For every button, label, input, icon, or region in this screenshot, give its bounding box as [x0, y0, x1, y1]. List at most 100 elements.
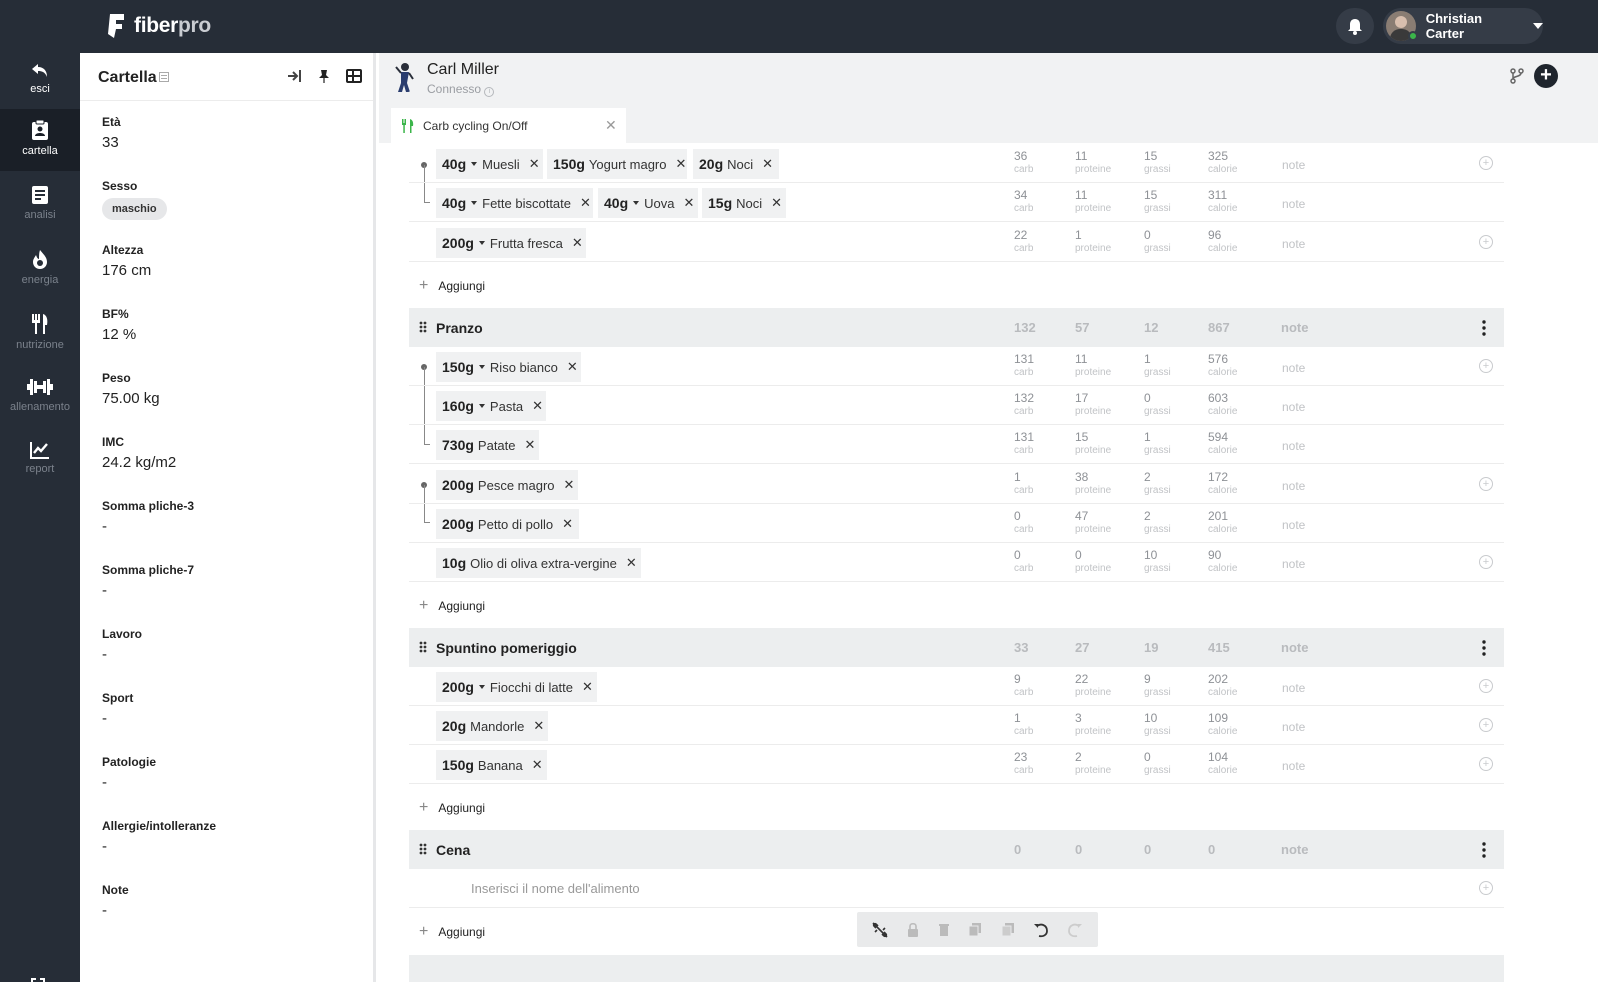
- sidebar-item-allenamento[interactable]: allenamento: [0, 367, 80, 427]
- food-row: 200g Pesce magro ✕ 1 carb 38 proteine 2 grass…: [409, 465, 1504, 504]
- add-food-button[interactable]: + Aggiungi: [419, 923, 485, 941]
- remove-icon[interactable]: ✕: [580, 195, 591, 211]
- note-field[interactable]: note: [1282, 479, 1305, 493]
- food-chip[interactable]: 200g Fiocchi di latte ✕: [436, 672, 597, 702]
- copy-icon[interactable]: [968, 922, 982, 937]
- food-chip[interactable]: 20g Mandorle ✕: [436, 711, 548, 741]
- add-button[interactable]: +: [1534, 64, 1558, 88]
- food-chip[interactable]: 10g Olio di oliva extra-vergine ✕: [436, 548, 641, 578]
- note-field[interactable]: note: [1282, 361, 1305, 375]
- note-field[interactable]: note: [1282, 400, 1305, 414]
- food-name-input[interactable]: Inserisci il nome dell'alimento: [471, 881, 640, 896]
- add-food-button[interactable]: + Aggiungi: [419, 799, 485, 817]
- table-view-icon[interactable]: [346, 69, 362, 83]
- sidebar-item-esci[interactable]: esci: [0, 53, 80, 113]
- food-chip[interactable]: 40g Muesli ✕: [436, 149, 543, 179]
- food-chip[interactable]: 150g Banana ✕: [436, 750, 547, 780]
- add-alternative-icon[interactable]: +: [1479, 235, 1493, 249]
- pin-icon[interactable]: [318, 69, 330, 83]
- remove-icon[interactable]: ✕: [567, 359, 578, 375]
- drag-handle-icon[interactable]: [419, 843, 427, 855]
- drag-handle-icon[interactable]: [419, 321, 427, 333]
- remove-icon[interactable]: ✕: [532, 757, 543, 773]
- tab-carb-cycling[interactable]: Carb cycling On/Off ✕: [391, 108, 626, 143]
- note-field[interactable]: note: [1282, 681, 1305, 695]
- food-chip[interactable]: 200g Pesce magro ✕: [436, 470, 578, 500]
- add-alternative-icon[interactable]: +: [1479, 359, 1493, 373]
- note-field[interactable]: note: [1282, 720, 1305, 734]
- add-alternative-icon[interactable]: +: [1479, 718, 1493, 732]
- lock-icon[interactable]: [906, 922, 920, 938]
- fullscreen-button[interactable]: [31, 978, 45, 997]
- undo-icon[interactable]: [1033, 922, 1049, 938]
- close-tab-icon[interactable]: ✕: [605, 117, 617, 134]
- remove-icon[interactable]: ✕: [532, 398, 543, 414]
- remove-icon[interactable]: ✕: [676, 156, 687, 172]
- sidebar-item-report[interactable]: report: [0, 431, 80, 491]
- note-field[interactable]: note: [1282, 518, 1305, 532]
- chevron-down-icon[interactable]: [633, 200, 640, 205]
- chevron-down-icon[interactable]: [478, 684, 485, 689]
- food-chip[interactable]: 730g Patate ✕: [436, 430, 539, 460]
- remove-icon[interactable]: ✕: [525, 437, 536, 453]
- remove-icon[interactable]: ✕: [562, 516, 573, 532]
- remove-icon[interactable]: ✕: [572, 235, 583, 251]
- remove-icon[interactable]: ✕: [533, 718, 544, 734]
- food-chip[interactable]: 200g Frutta fresca ✕: [436, 228, 586, 258]
- notifications-button[interactable]: [1336, 8, 1374, 44]
- add-alternative-icon[interactable]: +: [1479, 881, 1493, 895]
- food-chip[interactable]: 40g Uova ✕: [598, 188, 698, 218]
- chevron-down-icon[interactable]: [478, 240, 485, 245]
- sidebar-item-cartella[interactable]: cartella: [0, 109, 80, 171]
- sidebar-item-analisi[interactable]: analisi: [0, 175, 80, 235]
- sidebar-item-energia[interactable]: energia: [0, 239, 80, 299]
- add-alternative-icon[interactable]: +: [1479, 477, 1493, 491]
- chevron-down-icon[interactable]: [471, 200, 478, 205]
- note-field[interactable]: note: [1282, 158, 1305, 172]
- remove-icon[interactable]: ✕: [762, 156, 773, 172]
- add-food-button[interactable]: + Aggiungi: [419, 277, 485, 295]
- meal-note[interactable]: note: [1281, 640, 1308, 655]
- redo-icon[interactable]: [1067, 922, 1083, 938]
- food-chip[interactable]: 200g Petto di pollo ✕: [436, 509, 579, 539]
- meal-note[interactable]: note: [1281, 842, 1308, 857]
- add-alternative-icon[interactable]: +: [1479, 156, 1493, 170]
- trash-icon[interactable]: [938, 922, 950, 937]
- more-options-icon[interactable]: [1482, 320, 1486, 336]
- remove-icon[interactable]: ✕: [564, 477, 575, 493]
- collapse-panel-icon[interactable]: [287, 69, 303, 83]
- note-field[interactable]: note: [1282, 439, 1305, 453]
- remove-icon[interactable]: ✕: [582, 679, 593, 695]
- meal-note[interactable]: note: [1281, 320, 1308, 335]
- remove-icon[interactable]: ✕: [683, 195, 694, 211]
- food-chip[interactable]: 40g Fette biscottate ✕: [436, 188, 593, 218]
- food-chip[interactable]: 160g Pasta ✕: [436, 391, 546, 421]
- chevron-down-icon[interactable]: [471, 161, 478, 166]
- note-field[interactable]: note: [1282, 759, 1305, 773]
- note-field[interactable]: note: [1282, 557, 1305, 571]
- food-chip[interactable]: 150g Yogurt magro ✕: [547, 149, 687, 179]
- more-options-icon[interactable]: [1482, 640, 1486, 656]
- drag-handle-icon[interactable]: [419, 641, 427, 653]
- duplicate-icon[interactable]: [1001, 922, 1015, 937]
- remove-icon[interactable]: ✕: [529, 156, 540, 172]
- add-alternative-icon[interactable]: +: [1479, 757, 1493, 771]
- add-food-button[interactable]: + Aggiungi: [419, 597, 485, 615]
- remove-icon[interactable]: ✕: [626, 555, 637, 571]
- note-field[interactable]: note: [1282, 197, 1305, 211]
- chevron-down-icon[interactable]: [478, 364, 485, 369]
- fiberpro-logo[interactable]: fiberpro: [106, 10, 211, 42]
- add-alternative-icon[interactable]: +: [1479, 679, 1493, 693]
- add-alternative-icon[interactable]: +: [1479, 555, 1493, 569]
- food-chip[interactable]: 20g Noci ✕: [693, 149, 779, 179]
- chevron-down-icon[interactable]: [478, 403, 485, 408]
- sidebar-item-nutrizione[interactable]: nutrizione: [0, 303, 80, 363]
- branch-icon[interactable]: [1510, 68, 1524, 84]
- note-field[interactable]: note: [1282, 237, 1305, 251]
- more-options-icon[interactable]: [1482, 842, 1486, 858]
- food-chip[interactable]: 15g Noci ✕: [702, 188, 786, 218]
- remove-icon[interactable]: ✕: [771, 195, 782, 211]
- food-chip[interactable]: 150g Riso bianco ✕: [436, 352, 581, 382]
- user-menu[interactable]: Christian Carter: [1383, 8, 1543, 44]
- unlink-icon[interactable]: [872, 921, 888, 938]
